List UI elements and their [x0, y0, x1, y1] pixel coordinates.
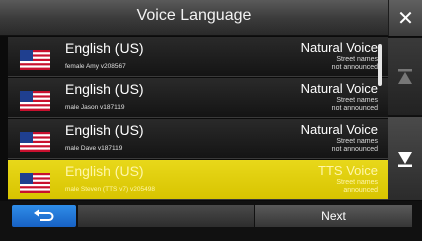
list-item-voice-amy[interactable]: English (US) female Amy v208567 Natural …	[8, 37, 388, 77]
next-button[interactable]: Next	[255, 205, 412, 227]
voice-list: English (US) female Amy v208567 Natural …	[8, 37, 388, 200]
voice-detail: female Amy v208567	[65, 63, 126, 70]
voice-detail: male Dave v187119	[65, 145, 123, 152]
voice-type: Natural Voice	[300, 122, 378, 137]
street-names-note: Street names not announced	[331, 56, 378, 71]
back-button[interactable]	[12, 205, 76, 227]
voice-language-screen: Voice Language ✕ English (US) female Amy…	[0, 0, 422, 241]
scroll-up-button[interactable]	[388, 38, 422, 116]
us-flag-icon	[20, 132, 50, 152]
street-names-note: Street names not announced	[331, 97, 378, 112]
voice-type: Natural Voice	[300, 81, 378, 96]
list-item-voice-jason[interactable]: English (US) male Jason v187119 Natural …	[8, 78, 388, 118]
close-button[interactable]: ✕	[388, 0, 422, 36]
scroll-down-button[interactable]	[388, 117, 422, 200]
list-item-voice-steven-selected[interactable]: English (US) male Steven (TTS v7) v20549…	[8, 160, 388, 200]
us-flag-icon	[20, 173, 50, 193]
language-label: English (US)	[65, 40, 144, 56]
street-names-note: Street names announced	[336, 179, 378, 194]
street-names-note: Street names not announced	[331, 138, 378, 153]
voice-type: TTS Voice	[318, 163, 378, 178]
scroll-down-icon	[398, 151, 412, 167]
scroll-up-icon	[398, 68, 412, 84]
voice-detail: male Jason v187119	[65, 104, 125, 111]
back-arrow-icon	[34, 209, 54, 221]
bottom-spacer	[78, 205, 254, 227]
close-icon: ✕	[397, 7, 414, 30]
us-flag-icon	[20, 91, 50, 111]
list-scrollbar-thumb[interactable]	[378, 44, 382, 86]
title-bar: Voice Language	[0, 0, 388, 36]
voice-type: Natural Voice	[300, 40, 378, 55]
voice-detail: male Steven (TTS v7) v205498	[65, 186, 155, 193]
language-label: English (US)	[65, 122, 144, 138]
page-title: Voice Language	[136, 7, 252, 24]
us-flag-icon	[20, 50, 50, 70]
language-label: English (US)	[65, 81, 144, 97]
list-item-voice-dave[interactable]: English (US) male Dave v187119 Natural V…	[8, 119, 388, 159]
language-label: English (US)	[65, 163, 144, 179]
